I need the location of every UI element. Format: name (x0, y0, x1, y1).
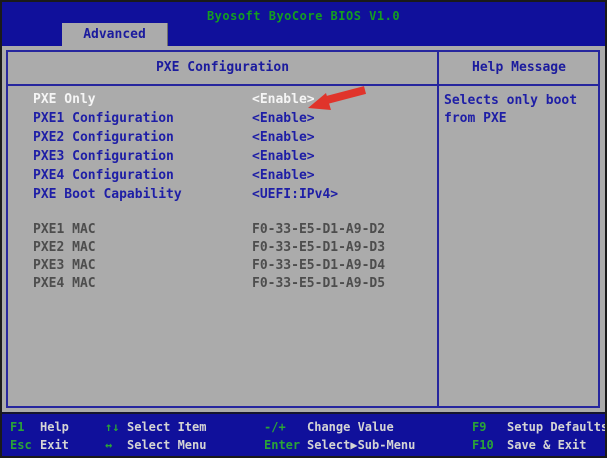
info-value: F0-33-E5-D1-A9-D4 (252, 257, 385, 275)
menu-item-pxe2-configuration[interactable]: PXE2 Configuration <Enable> (8, 128, 437, 147)
key-hint-bar: F1 Help ↑↓ Select Item -/+ Change Value … (2, 412, 605, 458)
key-hint-row: Esc Exit ↔ Select Menu Enter Select▶Sub-… (10, 436, 605, 454)
hint-select-item: Select Item (127, 418, 264, 436)
menu-item-pxe-only[interactable]: PXE Only <Enable> (8, 90, 437, 109)
help-column: Help Message Selects only boot from PXE (439, 52, 599, 406)
menu-item-pxe1-configuration[interactable]: PXE1 Configuration <Enable> (8, 109, 437, 128)
help-header: Help Message (439, 52, 599, 86)
page-title: PXE Configuration (8, 52, 437, 86)
item-label: PXE4 Configuration (33, 168, 174, 183)
tab-advanced[interactable]: Advanced (62, 23, 168, 46)
info-label: PXE1 MAC (33, 222, 96, 237)
main-panel: PXE Configuration PXE Only <Enable> PXE1… (2, 46, 605, 412)
item-label: PXE2 Configuration (33, 130, 174, 145)
hint-change-value: Change Value (307, 418, 472, 436)
key-updown-icon: ↑↓ (105, 418, 127, 436)
hint-exit: Exit (40, 436, 105, 454)
item-label: PXE3 Configuration (33, 149, 174, 164)
menu-item-pxe4-configuration[interactable]: PXE4 Configuration <Enable> (8, 166, 437, 185)
item-label: PXE Only (33, 92, 96, 107)
hint-select-menu: Select Menu (127, 436, 264, 454)
bios-version-title: Byosoft ByoCore BIOS V1.0 (2, 9, 605, 23)
item-value: <Enable> (252, 128, 315, 147)
key-f9: F9 (472, 418, 507, 436)
menu-item-pxe3-configuration[interactable]: PXE3 Configuration <Enable> (8, 147, 437, 166)
settings-column: PXE Configuration PXE Only <Enable> PXE1… (8, 52, 439, 406)
hint-setup-defaults: Setup Defaults (507, 418, 607, 436)
info-value: F0-33-E5-D1-A9-D5 (252, 275, 385, 293)
title-bar: Byosoft ByoCore BIOS V1.0 Advanced (2, 2, 605, 46)
info-row-pxe1-mac: PXE1 MAC F0-33-E5-D1-A9-D2 (8, 221, 437, 239)
info-label: PXE3 MAC (33, 258, 96, 273)
info-value: F0-33-E5-D1-A9-D2 (252, 221, 385, 239)
item-value: <Enable> (252, 147, 315, 166)
help-text: Selects only boot from PXE (439, 86, 599, 128)
item-value: <Enable> (252, 109, 315, 128)
key-esc: Esc (10, 436, 40, 454)
info-label: PXE4 MAC (33, 276, 96, 291)
item-label: PXE1 Configuration (33, 111, 174, 126)
item-value: <Enable> (252, 166, 315, 185)
info-value: F0-33-E5-D1-A9-D3 (252, 239, 385, 257)
info-label: PXE2 MAC (33, 240, 96, 255)
bios-screen: Byosoft ByoCore BIOS V1.0 Advanced PXE C… (0, 0, 607, 458)
key-leftright-icon: ↔ (105, 436, 127, 454)
settings-list: PXE Only <Enable> PXE1 Configuration <En… (8, 86, 437, 293)
settings-box: PXE Configuration PXE Only <Enable> PXE1… (6, 50, 600, 408)
key-f10: F10 (472, 436, 507, 454)
item-label: PXE Boot Capability (33, 187, 182, 202)
hint-select-submenu: Select▶Sub-Menu (307, 436, 472, 454)
list-spacer (8, 204, 437, 221)
info-row-pxe4-mac: PXE4 MAC F0-33-E5-D1-A9-D5 (8, 275, 437, 293)
menu-item-pxe-boot-capability[interactable]: PXE Boot Capability <UEFI:IPv4> (8, 185, 437, 204)
key-minus-plus: -/+ (264, 418, 307, 436)
hint-save-exit: Save & Exit (507, 436, 605, 454)
key-f1: F1 (10, 418, 40, 436)
key-enter: Enter (264, 436, 307, 454)
hint-help: Help (40, 418, 105, 436)
info-row-pxe2-mac: PXE2 MAC F0-33-E5-D1-A9-D3 (8, 239, 437, 257)
item-value: <UEFI:IPv4> (252, 185, 338, 204)
item-value: <Enable> (252, 90, 315, 109)
info-row-pxe3-mac: PXE3 MAC F0-33-E5-D1-A9-D4 (8, 257, 437, 275)
key-hint-row: F1 Help ↑↓ Select Item -/+ Change Value … (10, 418, 605, 436)
